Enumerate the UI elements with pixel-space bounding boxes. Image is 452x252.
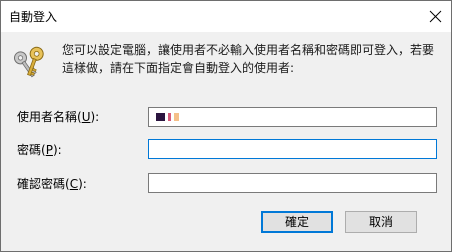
close-icon	[429, 10, 442, 23]
confirm-label-prefix: 確認密碼(	[17, 177, 70, 191]
keys-icon	[13, 46, 44, 78]
confirm-password-field[interactable]	[148, 173, 437, 193]
username-field[interactable]	[148, 107, 437, 127]
window-title: 自動登入	[9, 10, 58, 24]
password-label-accel: P	[45, 143, 53, 157]
username-obscured-value	[156, 113, 179, 121]
ok-button[interactable]: 確定	[261, 211, 333, 233]
auto-logon-dialog: 自動登入 您可以設定電腦，讓使用者不必輸入使用者名稱和密碼即可登入，若要這樣做，…	[0, 0, 452, 252]
close-button[interactable]	[421, 1, 451, 32]
password-label: 密碼(P):	[17, 142, 62, 158]
confirm-label-suffix: ):	[78, 177, 87, 191]
username-label-suffix: ):	[90, 110, 100, 124]
cancel-button[interactable]: 取消	[345, 211, 417, 233]
password-label-prefix: 密碼(	[17, 143, 46, 157]
password-field[interactable]	[148, 139, 437, 159]
instruction-text: 您可以設定電腦，讓使用者不必輸入使用者名稱和密碼即可登入，若要這樣做，請在下面指…	[62, 43, 435, 75]
confirm-password-label: 確認密碼(C):	[17, 176, 87, 192]
username-label-prefix: 使用者名稱(	[17, 110, 82, 124]
password-label-suffix: ):	[52, 143, 62, 157]
confirm-label-accel: C	[69, 177, 79, 191]
title-bar: 自動登入	[1, 1, 451, 32]
username-label: 使用者名稱(U):	[17, 109, 99, 125]
